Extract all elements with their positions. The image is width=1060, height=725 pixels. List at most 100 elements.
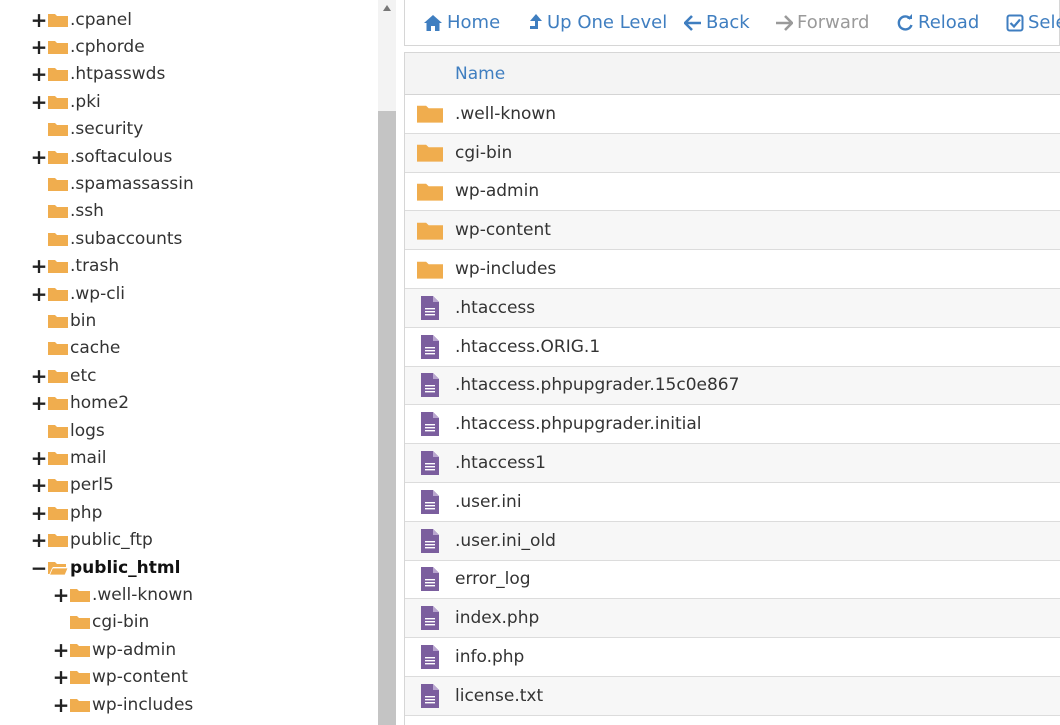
expand-plus-icon[interactable]: +	[31, 530, 48, 550]
table-row[interactable]: .htaccess.ORIG.1	[405, 327, 1060, 367]
home-button[interactable]: Home	[423, 0, 500, 46]
sele-button[interactable]: Sele	[1006, 0, 1060, 46]
file-name: .htaccess	[455, 297, 536, 318]
expand-plus-icon[interactable]: +	[31, 10, 48, 30]
tree-item[interactable]: .spamassassin	[32, 170, 194, 197]
tree-item[interactable]: .ssh	[32, 198, 104, 225]
tree-item[interactable]: + wp-includes	[53, 691, 194, 718]
file-name: cgi-bin	[455, 142, 513, 163]
file-text-icon	[405, 566, 455, 592]
tree-item[interactable]: + .cphorde	[31, 33, 145, 60]
folder-icon	[70, 669, 90, 685]
table-row[interactable]: .htaccess	[405, 288, 1060, 328]
tree-item[interactable]: + .cpanel	[31, 6, 132, 33]
table-row[interactable]: .htaccess1	[405, 444, 1060, 483]
file-list-table: Name .well-known cgi-bin wp-admin wp-conten…	[404, 52, 1060, 725]
table-body: .well-known cgi-bin wp-admin wp-content wp-i…	[405, 95, 1060, 716]
expand-plus-icon[interactable]: +	[31, 64, 48, 84]
tree-item[interactable]: + public_ftp	[31, 527, 153, 554]
tree-item[interactable]: − public_html	[31, 554, 181, 581]
tree-item[interactable]: + .well-known	[53, 581, 194, 608]
tree-item[interactable]: + .wp-cli	[31, 280, 126, 307]
tree-item-label: cgi-bin	[92, 612, 150, 633]
table-row[interactable]: error_log	[405, 560, 1060, 600]
expand-plus-icon[interactable]: +	[53, 640, 70, 660]
expand-plus-icon[interactable]: +	[31, 448, 48, 468]
table-row[interactable]: cgi-bin	[405, 133, 1060, 173]
reload-icon	[896, 13, 918, 32]
table-row[interactable]: .htaccess.phpupgrader.initial	[405, 405, 1060, 445]
table-row[interactable]: license.txt	[405, 676, 1060, 716]
expand-plus-icon[interactable]: +	[31, 284, 48, 304]
file-name: .htaccess.phpupgrader.initial	[455, 414, 702, 435]
table-row[interactable]: .htaccess.phpupgrader.15c0e867	[405, 366, 1060, 406]
tree-item[interactable]: + .trash	[31, 253, 119, 280]
tree-item[interactable]: + perl5	[31, 472, 114, 499]
tree-item[interactable]: cache	[32, 335, 120, 362]
table-row[interactable]: .well-known	[405, 95, 1060, 134]
tree-item-label: bin	[70, 310, 97, 331]
tree-item-label: etc	[70, 365, 97, 386]
tree-item-label: public_html	[70, 557, 181, 578]
expand-plus-icon[interactable]: +	[53, 695, 70, 715]
forward-button[interactable]: Forward	[775, 0, 869, 46]
folder-icon	[48, 94, 68, 110]
expand-plus-icon[interactable]: +	[31, 366, 48, 386]
tree-item[interactable]: + .pki	[31, 88, 101, 115]
folder-icon	[70, 587, 90, 603]
scrollbar-thumb[interactable]	[378, 111, 396, 725]
table-row[interactable]: wp-includes	[405, 250, 1060, 289]
file-name: .htaccess.phpupgrader.15c0e867	[455, 375, 740, 396]
back-button[interactable]: Back	[684, 0, 750, 46]
arrow-left-icon	[684, 14, 706, 31]
tree-item[interactable]: + mail	[31, 444, 107, 471]
scroll-up-arrow-icon[interactable]	[378, 0, 396, 16]
file-name: license.txt	[455, 685, 544, 706]
tree-item[interactable]: + etc	[31, 362, 97, 389]
folder-icon	[405, 259, 455, 280]
expand-plus-icon[interactable]: +	[31, 147, 48, 167]
name-column-header[interactable]: Name	[455, 64, 505, 84]
tree-item-label: .ssh	[70, 201, 104, 222]
expand-plus-icon[interactable]: +	[31, 503, 48, 523]
tree-item[interactable]: .security	[32, 116, 143, 143]
expand-plus-icon[interactable]: +	[31, 256, 48, 276]
table-row[interactable]: index.php	[405, 599, 1060, 639]
tree-item-label: .htpasswds	[70, 64, 166, 85]
tree-item[interactable]: bin	[32, 307, 96, 334]
tree-item[interactable]: + .htpasswds	[31, 61, 166, 88]
tree-item[interactable]: .subaccounts	[32, 225, 182, 252]
tree-item-label: .wp-cli	[70, 283, 126, 304]
collapse-minus-icon[interactable]: −	[31, 558, 48, 578]
expand-plus-icon[interactable]: +	[31, 393, 48, 413]
tree-item[interactable]: + wp-admin	[53, 636, 176, 663]
tree-item[interactable]: + php	[31, 499, 103, 526]
expand-plus-icon[interactable]: +	[31, 37, 48, 57]
folder-icon	[48, 176, 68, 192]
table-row[interactable]: info.php	[405, 638, 1060, 677]
expand-plus-icon[interactable]: +	[53, 585, 70, 605]
expand-plus-icon[interactable]: +	[31, 475, 48, 495]
table-row[interactable]: wp-content	[405, 211, 1060, 251]
tree-item-label: public_ftp	[70, 530, 153, 551]
tree-item-label: logs	[70, 420, 105, 441]
tree-item[interactable]: + home2	[31, 390, 129, 417]
tree-item[interactable]: + .softaculous	[31, 143, 173, 170]
reload-button[interactable]: Reload	[896, 0, 979, 46]
tree-item[interactable]: logs	[32, 417, 105, 444]
expand-plus-icon[interactable]: +	[31, 92, 48, 112]
toolbar-button-label: Home	[447, 12, 501, 33]
folder-icon	[48, 203, 68, 219]
tree-item-label: .well-known	[92, 584, 194, 605]
tree-item[interactable]: cgi-bin	[54, 609, 149, 636]
table-row[interactable]: wp-admin	[405, 172, 1060, 212]
table-row[interactable]: .user.ini_old	[405, 521, 1060, 561]
tree-item-label: .softaculous	[70, 146, 173, 167]
folder-icon	[48, 313, 68, 329]
folder-icon	[405, 220, 455, 241]
tree-item-label: .subaccounts	[70, 228, 183, 249]
expand-plus-icon[interactable]: +	[53, 667, 70, 687]
table-row[interactable]: .user.ini	[405, 482, 1060, 522]
tree-item[interactable]: + wp-content	[53, 664, 188, 691]
up-one-level-button[interactable]: Up One Level	[529, 0, 667, 46]
